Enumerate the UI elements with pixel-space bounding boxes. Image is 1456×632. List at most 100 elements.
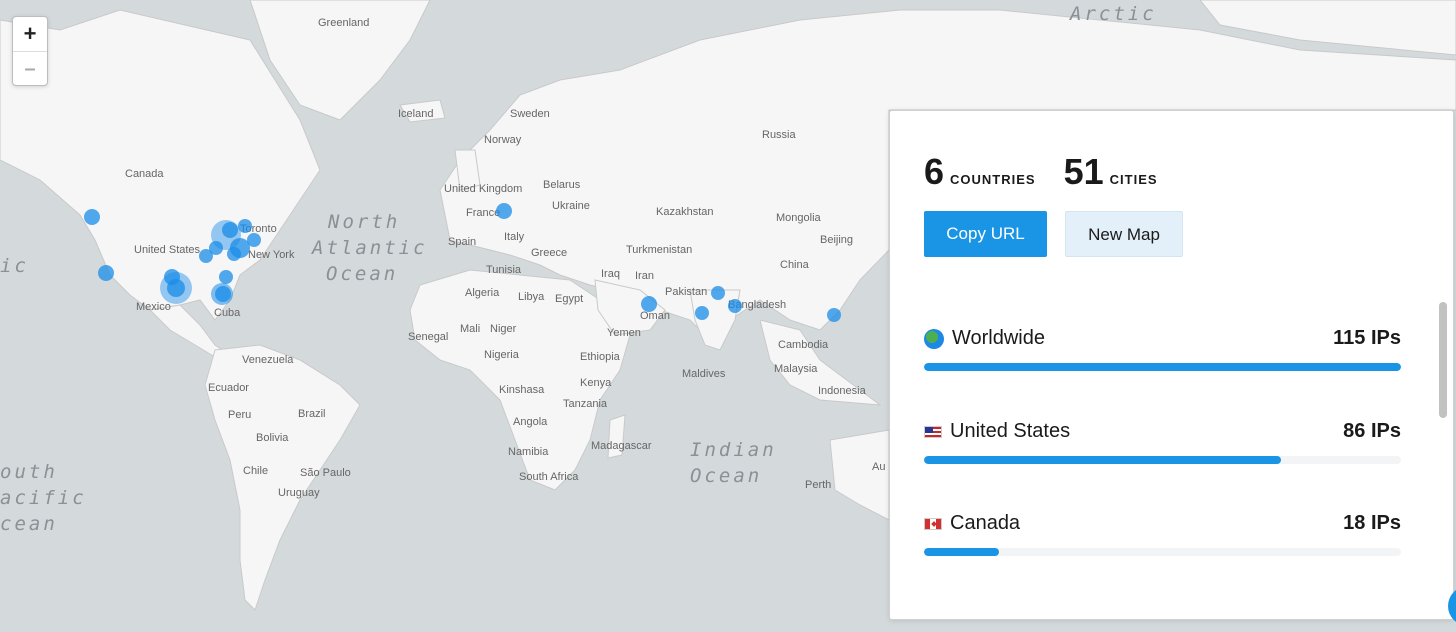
zoom-out-button[interactable]: – (13, 51, 47, 86)
label-ocean-atlantic-ocean: Ocean (326, 263, 398, 285)
label-ethiopia: Ethiopia (580, 351, 621, 363)
zoom-control: + – (12, 16, 48, 86)
map-marker (167, 279, 185, 297)
stats-panel: 6 COUNTRIES 51 CITIES Copy URL New Map W… (889, 110, 1454, 620)
label-mexico: Mexico (136, 301, 171, 313)
label-oman: Oman (640, 310, 670, 322)
label-italy: Italy (504, 231, 525, 243)
label-yemen: Yemen (607, 327, 641, 339)
label-mali: Mali (460, 323, 480, 335)
new-map-button[interactable]: New Map (1065, 211, 1183, 257)
label-tanzania: Tanzania (563, 398, 608, 410)
map-marker (227, 247, 241, 261)
label-libya: Libya (518, 291, 545, 303)
map-marker (695, 306, 709, 320)
label-malaysia: Malaysia (774, 363, 818, 375)
label-kenya: Kenya (580, 377, 612, 389)
label-spain: Spain (448, 236, 476, 248)
label-ocean-pacific-ocean: cean (0, 513, 58, 535)
us-flag-icon (924, 425, 942, 438)
map-marker (711, 286, 725, 300)
country-name: Worldwide (952, 327, 1045, 349)
globe-icon (924, 328, 944, 349)
map-marker (496, 203, 512, 219)
progress-fill (924, 456, 1281, 464)
label-china: China (780, 259, 810, 271)
label-ocean-south: outh (0, 461, 58, 483)
label-angola: Angola (513, 416, 548, 428)
label-russia: Russia (762, 129, 797, 141)
label-belarus: Belarus (543, 179, 581, 191)
countries-count: 6 (924, 151, 945, 192)
label-iraq: Iraq (601, 268, 620, 280)
progress-fill (924, 548, 999, 556)
label-kinshasa: Kinshasa (499, 384, 545, 396)
progress-fill (924, 363, 1401, 371)
label-madagascar: Madagascar (591, 440, 652, 452)
label-greece: Greece (531, 247, 567, 259)
label-tunisia: Tunisia (486, 264, 522, 276)
progress-track (924, 363, 1401, 371)
map-marker (641, 296, 657, 312)
label-canada: Canada (125, 168, 164, 180)
label-indonesia: Indonesia (818, 385, 867, 397)
label-sao-paulo: São Paulo (300, 467, 351, 479)
label-kazakhstan: Kazakhstan (656, 206, 713, 218)
label-united-states: United States (134, 244, 201, 256)
label-niger: Niger (490, 323, 517, 335)
progress-track (924, 548, 1401, 556)
progress-track (924, 456, 1401, 464)
map-marker (827, 308, 841, 322)
label-maldives: Maldives (682, 368, 726, 380)
label-brazil: Brazil (298, 408, 326, 420)
label-ocean-indian-ocean: Ocean (690, 465, 762, 487)
label-egypt: Egypt (555, 293, 583, 305)
label-south-africa: South Africa (519, 471, 579, 483)
label-norway: Norway (484, 134, 522, 146)
label-sweden: Sweden (510, 108, 550, 120)
label-nigeria: Nigeria (484, 349, 520, 361)
label-beijing: Beijing (820, 234, 853, 246)
label-cambodia: Cambodia (778, 339, 829, 351)
label-chile: Chile (243, 465, 268, 477)
label-venezuela: Venezuela (242, 354, 294, 366)
label-ocean-pacific: acific (0, 487, 87, 509)
label-iceland: Iceland (398, 108, 433, 120)
summary-stats: 6 COUNTRIES 51 CITIES (924, 151, 1186, 193)
map-marker (222, 222, 238, 238)
cities-label: CITIES (1109, 172, 1158, 187)
label-ocean-indian: Indian (690, 439, 777, 461)
label-ocean-edge: ic (0, 255, 29, 277)
country-name: Canada (950, 512, 1021, 534)
label-ecuador: Ecuador (208, 382, 249, 394)
label-iran: Iran (635, 270, 654, 282)
label-senegal: Senegal (408, 331, 448, 343)
countries-label: COUNTRIES (950, 172, 1036, 187)
label-uruguay: Uruguay (278, 487, 320, 499)
map-marker (199, 249, 213, 263)
label-ocean-atlantic: Atlantic (311, 237, 428, 259)
label-uk: United Kingdom (444, 183, 522, 195)
label-ukraine: Ukraine (552, 200, 590, 212)
map-marker (98, 265, 114, 281)
label-peru: Peru (228, 409, 251, 421)
ip-count: 18 IPs (1343, 512, 1401, 534)
map-marker (238, 219, 252, 233)
label-greenland: Greenland (318, 17, 369, 29)
label-bolivia: Bolivia (256, 432, 289, 444)
label-pakistan: Pakistan (665, 286, 707, 298)
canada-flag-icon (924, 517, 942, 530)
ip-count: 86 IPs (1343, 420, 1401, 442)
zoom-in-button[interactable]: + (13, 17, 47, 51)
panel-scrollbar[interactable] (1439, 302, 1447, 418)
label-turkmenistan: Turkmenistan (626, 244, 692, 256)
country-name: United States (950, 420, 1071, 442)
map-marker (728, 299, 742, 313)
label-ocean-arctic: Arctic (1069, 3, 1157, 25)
cities-count: 51 (1063, 151, 1104, 192)
copy-url-button[interactable]: Copy URL (924, 211, 1047, 257)
ip-count: 115 IPs (1333, 327, 1401, 349)
map-marker (84, 209, 100, 225)
label-ocean-north: North (327, 211, 400, 233)
label-algeria: Algeria (465, 287, 500, 299)
